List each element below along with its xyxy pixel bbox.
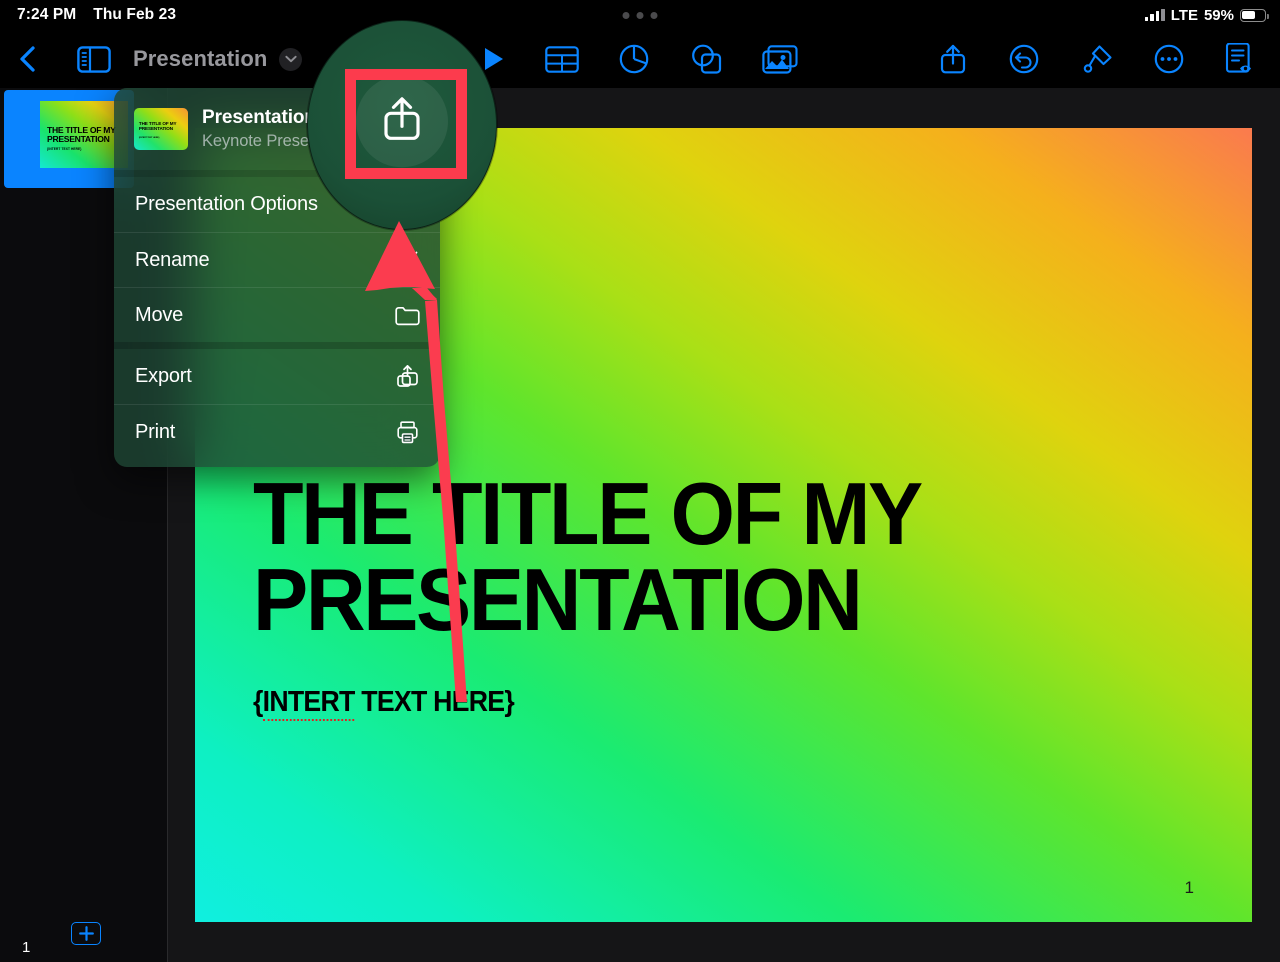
insert-shape-button[interactable] xyxy=(684,30,728,88)
thumbnail-subtitle: {INTERT TEXT HERE} xyxy=(47,146,82,151)
page-title: Presentation xyxy=(133,46,268,71)
add-slide-button[interactable] xyxy=(71,922,101,945)
undo-button[interactable] xyxy=(1003,30,1045,88)
undo-icon xyxy=(1009,44,1039,74)
cellular-signal-icon xyxy=(1144,9,1165,21)
battery-percent-label: 59% xyxy=(1203,6,1234,24)
dot-2 xyxy=(636,12,644,19)
status-time: 7:24 PM xyxy=(17,6,77,23)
chevron-down-icon xyxy=(285,55,297,63)
keynote-app-window: 7:24 PM Thu Feb 23 LTE 59% Presentation … xyxy=(0,0,1280,962)
insert-media-button[interactable] xyxy=(757,30,803,88)
paintbrush-icon xyxy=(1083,45,1112,73)
table-icon xyxy=(545,45,579,73)
menu-item-label: Presentation Options xyxy=(135,193,318,215)
dot-1 xyxy=(622,12,630,19)
insert-chart-button[interactable] xyxy=(612,30,656,88)
menu-item-label: Export xyxy=(135,365,192,387)
ellipsis-circle-icon xyxy=(1154,44,1184,74)
status-bar-right: LTE 59% xyxy=(1144,0,1269,30)
plus-icon xyxy=(78,926,94,941)
misspelled-word: INTERT xyxy=(262,686,355,721)
subtitle-open-brace: { xyxy=(253,686,263,718)
title-chevron-button[interactable] xyxy=(279,47,303,71)
document-eye-icon xyxy=(1225,43,1251,73)
dot-3 xyxy=(650,12,658,19)
menu-item-rename[interactable]: Rename xyxy=(114,232,440,287)
share-icon xyxy=(940,44,966,74)
carrier-label: LTE xyxy=(1170,6,1198,24)
toggle-sidebar-button[interactable] xyxy=(75,30,113,88)
menu-item-move[interactable]: Move xyxy=(114,287,440,342)
app-toolbar: Presentation xyxy=(0,30,1280,88)
menu-item-export[interactable]: Export xyxy=(114,349,440,404)
printer-icon xyxy=(395,420,420,444)
slide-page-number: 1 xyxy=(1184,878,1194,897)
status-date: Thu Feb 23 xyxy=(93,6,177,23)
popover-document-thumbnail: THE TITLE OF MY PRESENTATION {INTERT TEX… xyxy=(134,108,188,150)
status-bar-left: 7:24 PM Thu Feb 23 xyxy=(17,0,176,30)
more-options-button[interactable] xyxy=(1147,30,1191,88)
back-button[interactable] xyxy=(8,30,46,88)
export-share-icon xyxy=(395,364,420,389)
slide-title-textbox[interactable]: THE TITLE OF MY PRESENTATION xyxy=(253,469,1099,643)
document-title-button[interactable]: Presentation xyxy=(133,30,303,88)
play-icon xyxy=(485,48,503,70)
subtitle-rest: TEXT HERE} xyxy=(354,686,515,718)
format-button[interactable] xyxy=(1076,30,1120,88)
menu-item-label: Move xyxy=(135,303,184,326)
folder-icon xyxy=(395,305,420,326)
popover-thumbnail-title: THE TITLE OF MY PRESENTATION xyxy=(138,121,177,132)
menu-item-label: Print xyxy=(135,420,176,443)
pencil-icon xyxy=(398,249,420,271)
popover-separator-2 xyxy=(114,342,440,349)
insert-table-button[interactable] xyxy=(540,30,584,88)
popover-thumbnail-subtitle: {INTERT TEXT HERE} xyxy=(138,136,160,139)
menu-item-print[interactable]: Print xyxy=(114,404,440,459)
slide-subtitle-textbox[interactable]: {INTERT TEXT HERE} xyxy=(253,686,515,721)
document-view-button[interactable] xyxy=(1216,30,1262,88)
multitask-handle-dots[interactable] xyxy=(622,12,658,19)
status-bar: 7:24 PM Thu Feb 23 LTE 59% xyxy=(0,0,1280,30)
sidebar-icon xyxy=(77,45,111,73)
chevron-left-icon xyxy=(20,46,35,72)
media-image-icon xyxy=(762,44,798,74)
play-button[interactable] xyxy=(474,30,514,88)
pie-chart-icon xyxy=(619,44,649,74)
slide-number-label: 1 xyxy=(22,939,31,956)
share-button[interactable] xyxy=(932,30,974,88)
menu-item-label: Rename xyxy=(135,248,210,271)
battery-icon xyxy=(1240,8,1269,22)
shapes-icon xyxy=(692,44,722,74)
